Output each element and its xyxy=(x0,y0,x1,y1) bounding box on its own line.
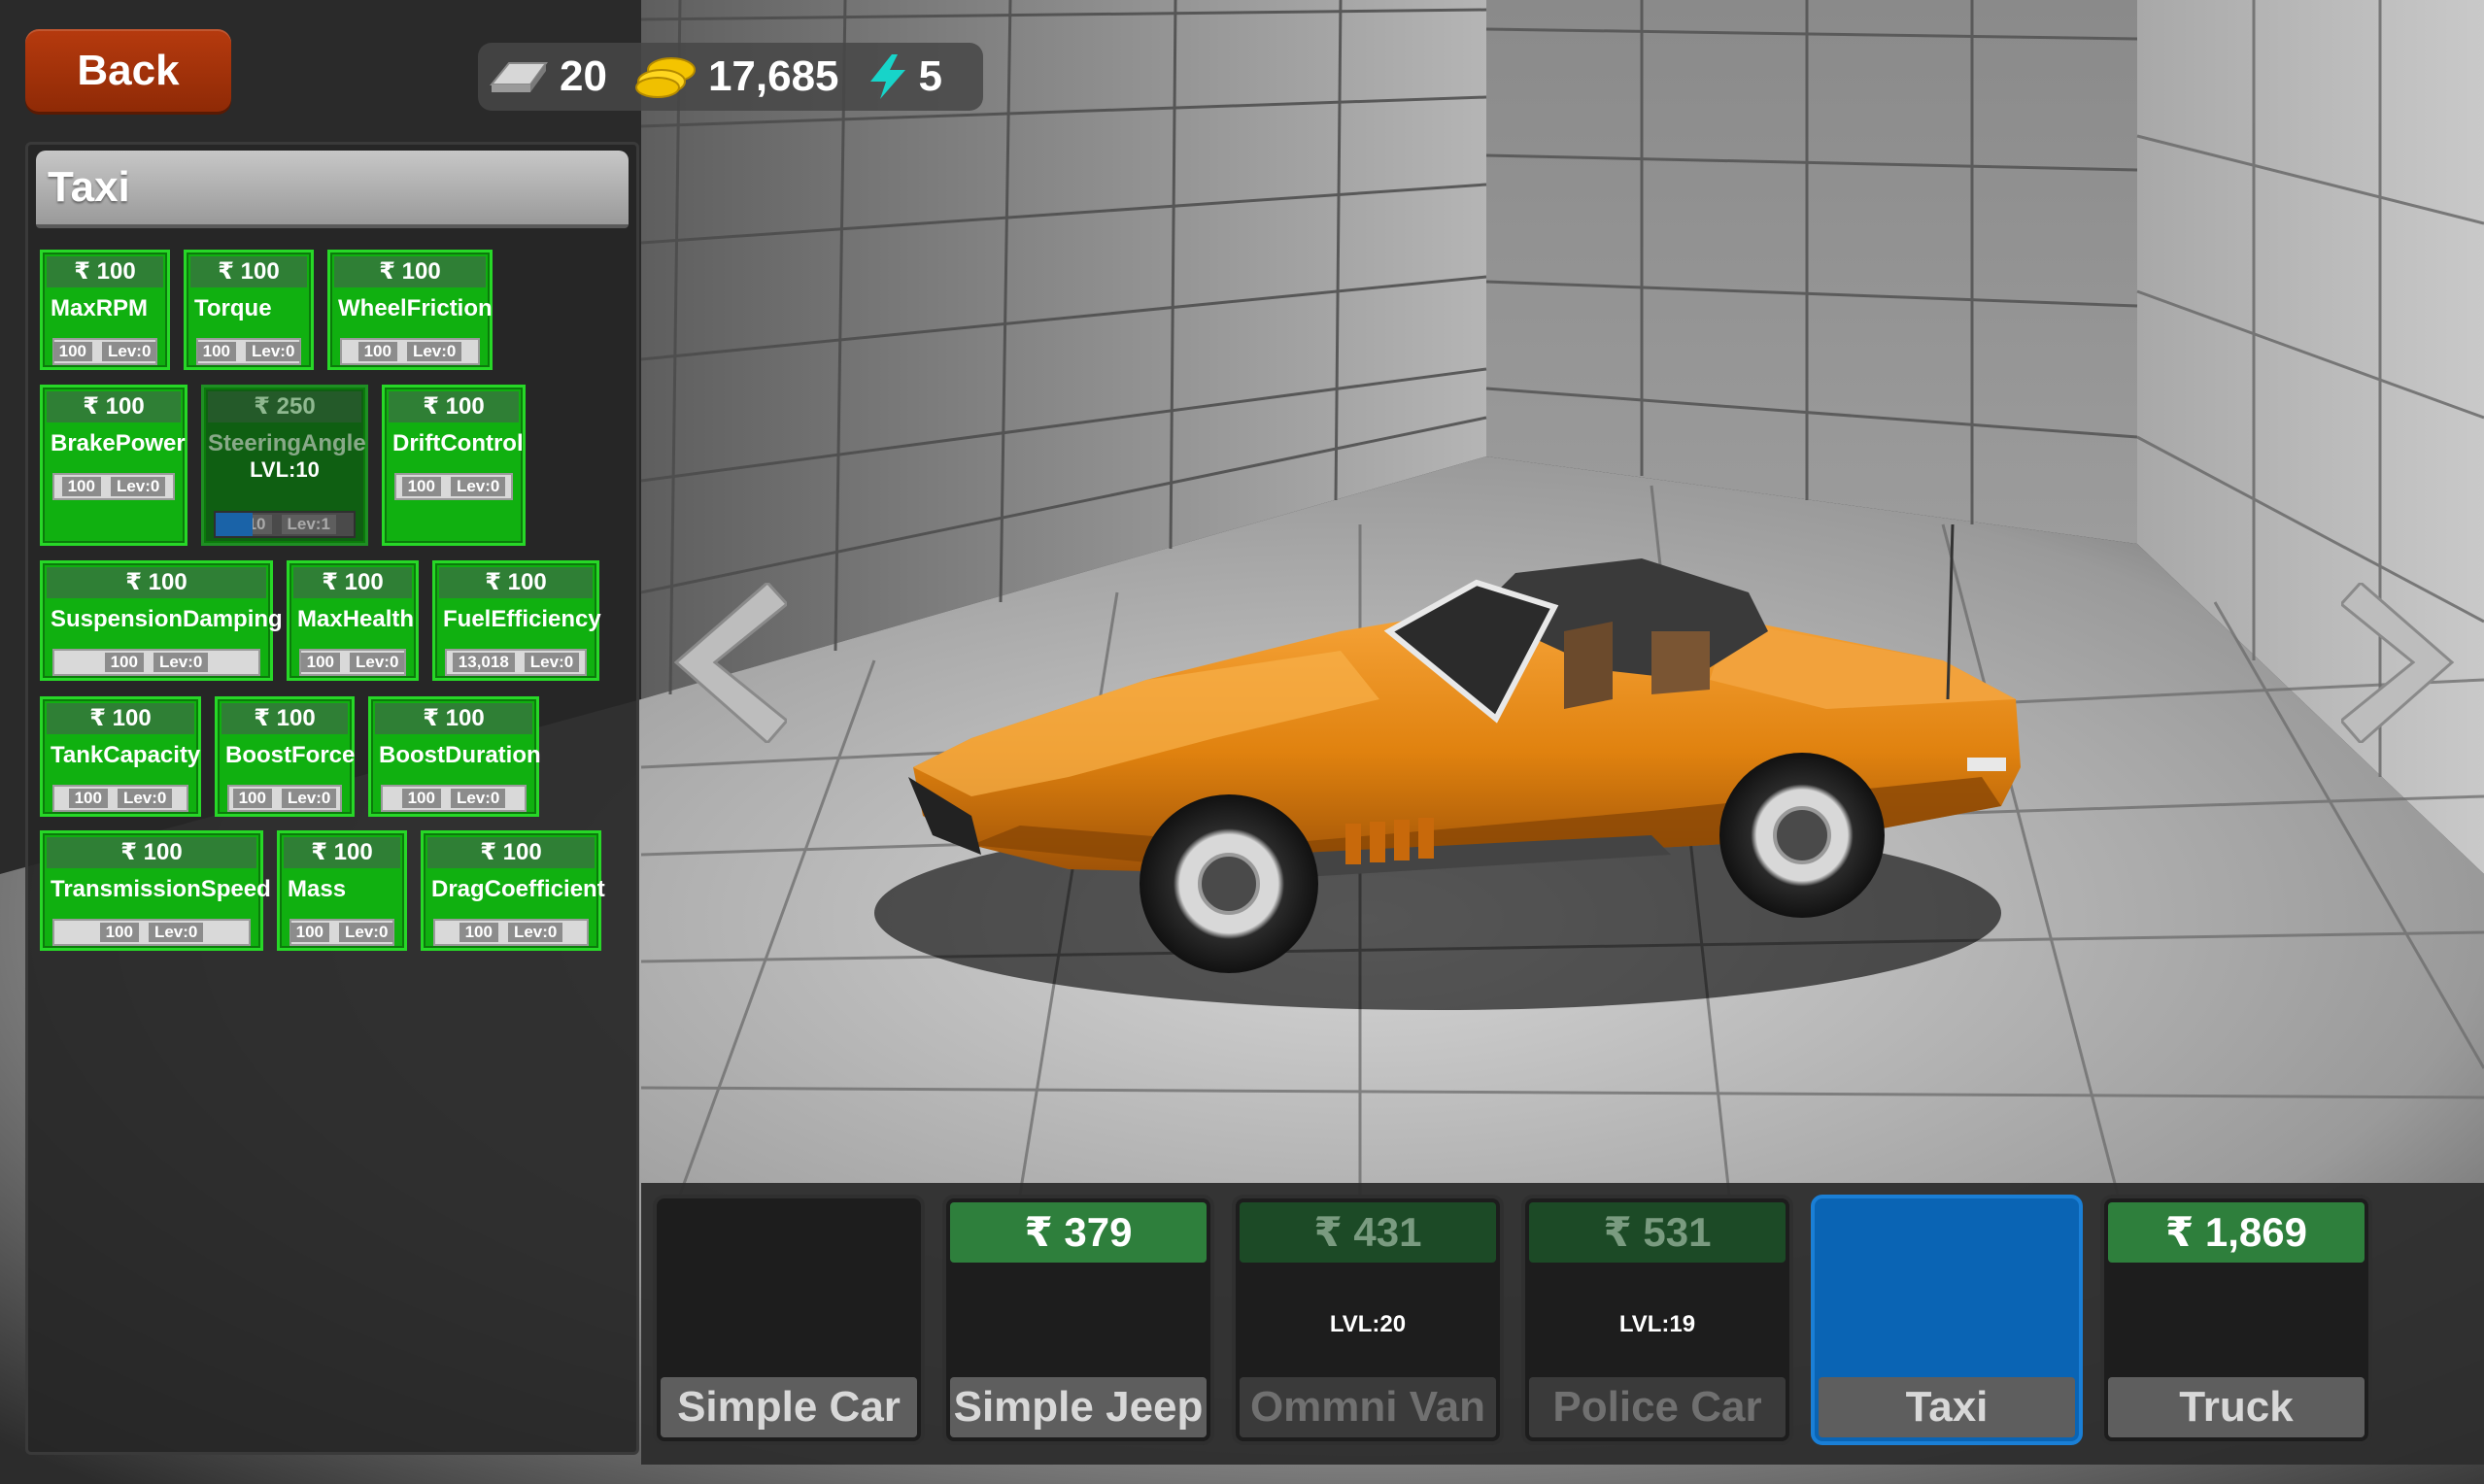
upgrade-stats: 100 Lev:0 xyxy=(394,473,513,500)
energy-count: 5 xyxy=(918,52,943,100)
vehicle-name: Ommni Van xyxy=(1240,1377,1496,1437)
vehicle-simple-jeep[interactable]: ₹ 379 Simple Jeep xyxy=(942,1195,1214,1445)
upgrade-name: WheelFriction xyxy=(338,295,493,321)
upgrade-driftcontrol[interactable]: ₹ 100 DriftControl 100 Lev:0 xyxy=(382,385,526,546)
upgrade-stats: 100 Lev:0 xyxy=(433,919,589,946)
upgrade-price: ₹ 100 xyxy=(334,256,486,287)
upgrade-price: ₹ 100 xyxy=(221,703,348,734)
coins-count: 17,685 xyxy=(707,52,839,100)
upgrade-torque[interactable]: ₹ 100 Torque 100 Lev:0 xyxy=(184,250,314,370)
upgrade-level-requirement: LVL:10 xyxy=(250,457,320,482)
vehicle-level-requirement: LVL:20 xyxy=(1329,1311,1407,1337)
upgrade-panel: Taxi ₹ 100 MaxRPM 100 Lev:0 ₹ 100 Torque … xyxy=(25,142,639,1455)
upgrade-price: ₹ 100 xyxy=(47,703,194,734)
upgrade-brakepower[interactable]: ₹ 100 BrakePower 100 Lev:0 xyxy=(40,385,187,546)
vehicle-price: ₹ 379 xyxy=(950,1202,1207,1263)
vehicle-ommni-van[interactable]: ₹ 431 LVL:20 Ommni Van xyxy=(1232,1195,1504,1445)
upgrade-name: TransmissionSpeed xyxy=(51,876,271,902)
upgrade-stats: 13,018 Lev:0 xyxy=(445,649,587,676)
upgrade-name: Mass xyxy=(288,876,347,902)
upgrade-name: Torque xyxy=(194,295,272,321)
upgrade-price: ₹ 100 xyxy=(47,837,256,868)
upgrade-fuelefficiency[interactable]: ₹ 100 FuelEfficiency 13,018 Lev:0 xyxy=(432,560,601,681)
upgrade-maxrpm[interactable]: ₹ 100 MaxRPM 100 Lev:0 xyxy=(40,250,170,370)
energy-counter: 5 xyxy=(867,52,942,101)
upgrade-stats: 100 Lev:0 xyxy=(52,649,260,676)
upgrade-stats: 100 Lev:0 xyxy=(52,473,175,500)
upgrade-stats: 100 Lev:0 xyxy=(52,785,188,812)
upgrade-price: ₹ 100 xyxy=(47,391,181,422)
upgrade-price: ₹ 100 xyxy=(375,703,532,734)
upgrade-tankcapacity[interactable]: ₹ 100 TankCapacity 100 Lev:0 xyxy=(40,696,201,817)
upgrade-stats: 100 Lev:0 xyxy=(52,338,157,365)
upgrade-stats: 100 Lev:0 xyxy=(289,919,394,946)
upgrade-name: BoostDuration xyxy=(379,742,541,768)
vehicle-price: ₹ 431 xyxy=(1240,1202,1496,1263)
vehicle-price: ₹ 1,869 xyxy=(2108,1202,2365,1263)
upgrade-name: BoostForce xyxy=(225,742,356,768)
upgrade-name: BrakePower xyxy=(51,430,186,456)
upgrade-stats: 100 Lev:0 xyxy=(299,649,406,676)
vehicle-name: Police Car xyxy=(1529,1377,1786,1437)
arrow-left-icon[interactable] xyxy=(670,583,787,743)
upgrade-stats: 100 Lev:0 xyxy=(196,338,301,365)
vehicle-name: Taxi xyxy=(1819,1377,2075,1437)
upgrade-name: MaxHealth xyxy=(297,606,415,632)
upgrade-price: ₹ 250 xyxy=(208,391,361,422)
upgrade-name: MaxRPM xyxy=(51,295,149,321)
upgrade-price: ₹ 100 xyxy=(47,256,163,287)
upgrade-steeringangle[interactable]: ₹ 250 SteeringAngle LVL:10 110Lev:1 xyxy=(201,385,368,546)
upgrade-maxhealth[interactable]: ₹ 100 MaxHealth 100 Lev:0 xyxy=(287,560,419,681)
upgrade-name: FuelEfficiency xyxy=(443,606,601,632)
upgrade-boostduration[interactable]: ₹ 100 BoostDuration 100 Lev:0 xyxy=(368,696,541,817)
upgrade-price: ₹ 100 xyxy=(47,567,266,598)
upgrade-wheelfriction[interactable]: ₹ 100 WheelFriction 100 Lev:0 xyxy=(327,250,493,370)
coins-counter: 17,685 xyxy=(634,52,839,101)
upgrade-progress-bar xyxy=(216,513,253,536)
upgrade-name: SuspensionDamping xyxy=(51,606,283,632)
vehicle-police-car[interactable]: ₹ 531 LVL:19 Police Car xyxy=(1521,1195,1793,1445)
vehicle-selector: Simple Car ₹ 379 Simple Jeep ₹ 431 LVL:2… xyxy=(641,1183,2484,1465)
upgrade-price: ₹ 100 xyxy=(190,256,307,287)
upgrade-stats: 100 Lev:0 xyxy=(227,785,342,812)
bars-counter: 20 xyxy=(488,52,607,101)
upgrade-stats: 100 Lev:0 xyxy=(52,919,251,946)
vehicle-truck[interactable]: ₹ 1,869 Truck xyxy=(2100,1195,2372,1445)
upgrade-name: DragCoefficient xyxy=(431,876,605,902)
back-button[interactable]: Back xyxy=(25,29,231,112)
vehicle-level-requirement: LVL:19 xyxy=(1618,1311,1696,1337)
upgrade-boostforce[interactable]: ₹ 100 BoostForce 100 Lev:0 xyxy=(215,696,355,817)
vehicle-simple-car[interactable]: Simple Car xyxy=(653,1195,925,1445)
currency-bar: 20 17,685 5 xyxy=(478,43,983,111)
upgrade-mass[interactable]: ₹ 100 Mass 100 Lev:0 xyxy=(277,830,407,951)
upgrade-price: ₹ 100 xyxy=(389,391,519,422)
upgrade-transmissionspeed[interactable]: ₹ 100 TransmissionSpeed 100 Lev:0 xyxy=(40,830,271,951)
silver-bar-icon xyxy=(489,62,548,92)
vehicle-name: Simple Jeep xyxy=(950,1377,1207,1437)
upgrade-price: ₹ 100 xyxy=(439,567,593,598)
vehicle-taxi[interactable]: Taxi xyxy=(1811,1195,2083,1445)
lightning-icon xyxy=(869,54,905,99)
upgrade-stats: 100 Lev:0 xyxy=(340,338,480,365)
upgrade-price: ₹ 100 xyxy=(293,567,412,598)
upgrade-name: DriftControl xyxy=(392,430,524,456)
panel-title: Taxi xyxy=(36,151,629,228)
upgrade-suspensiondamping[interactable]: ₹ 100 SuspensionDamping 100 Lev:0 xyxy=(40,560,283,681)
vehicle-name: Truck xyxy=(2108,1377,2365,1437)
upgrade-price: ₹ 100 xyxy=(284,837,400,868)
upgrade-dragcoefficient[interactable]: ₹ 100 DragCoefficient 100 Lev:0 xyxy=(421,830,605,951)
upgrade-name: TankCapacity xyxy=(51,742,201,768)
upgrade-stats: 100 Lev:0 xyxy=(381,785,527,812)
upgrade-price: ₹ 100 xyxy=(427,837,595,868)
gold-coins-icon xyxy=(634,57,696,98)
vehicle-name: Simple Car xyxy=(661,1377,917,1437)
arrow-right-icon[interactable] xyxy=(2341,583,2458,743)
upgrade-stats: 110Lev:1 xyxy=(214,511,356,538)
bars-count: 20 xyxy=(560,52,607,100)
vehicle-price: ₹ 531 xyxy=(1529,1202,1786,1263)
